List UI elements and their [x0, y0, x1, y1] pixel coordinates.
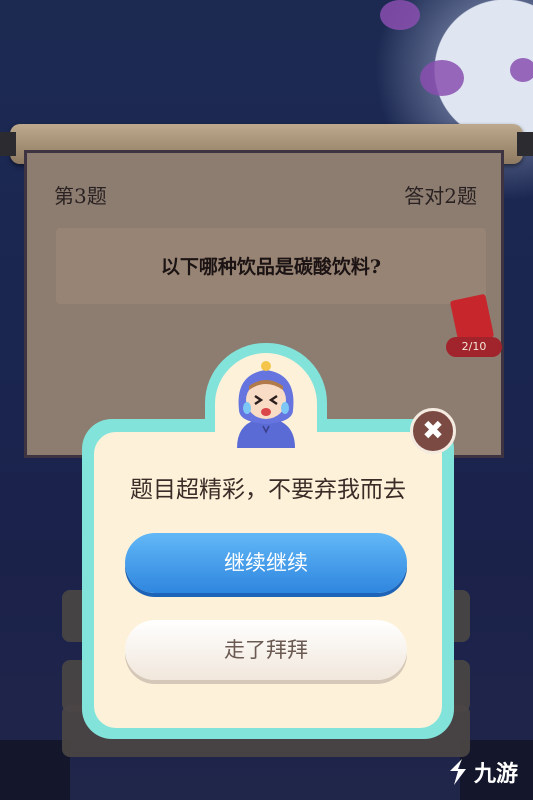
jiuyou-watermark: 九游 — [446, 752, 530, 792]
reward-progress: 2/10 — [446, 337, 502, 357]
question-number: 第3题 — [54, 184, 107, 208]
plum-blossom-decoration — [510, 58, 533, 82]
question-text: 以下哪种饮品是碳酸饮料? — [160, 256, 382, 278]
plum-blossom-decoration — [380, 0, 420, 30]
dialog-message: 题目超精彩，不要弃我而去 — [130, 477, 406, 503]
correct-count: 答对2题 — [404, 184, 477, 208]
close-button[interactable]: ✖ — [410, 408, 456, 454]
palace-roof-decoration — [0, 740, 70, 800]
watermark-text: 九游 — [474, 762, 519, 787]
close-icon: ✖ — [422, 416, 444, 446]
jiuyou-logo-icon — [450, 759, 466, 785]
leave-button[interactable]: 走了拜拜 — [125, 620, 407, 680]
red-packet-reward[interactable]: 2/10 — [440, 293, 502, 363]
plum-blossom-decoration — [420, 60, 464, 96]
continue-button[interactable]: 继续继续 — [125, 533, 407, 593]
crying-avatar-icon — [237, 361, 295, 448]
